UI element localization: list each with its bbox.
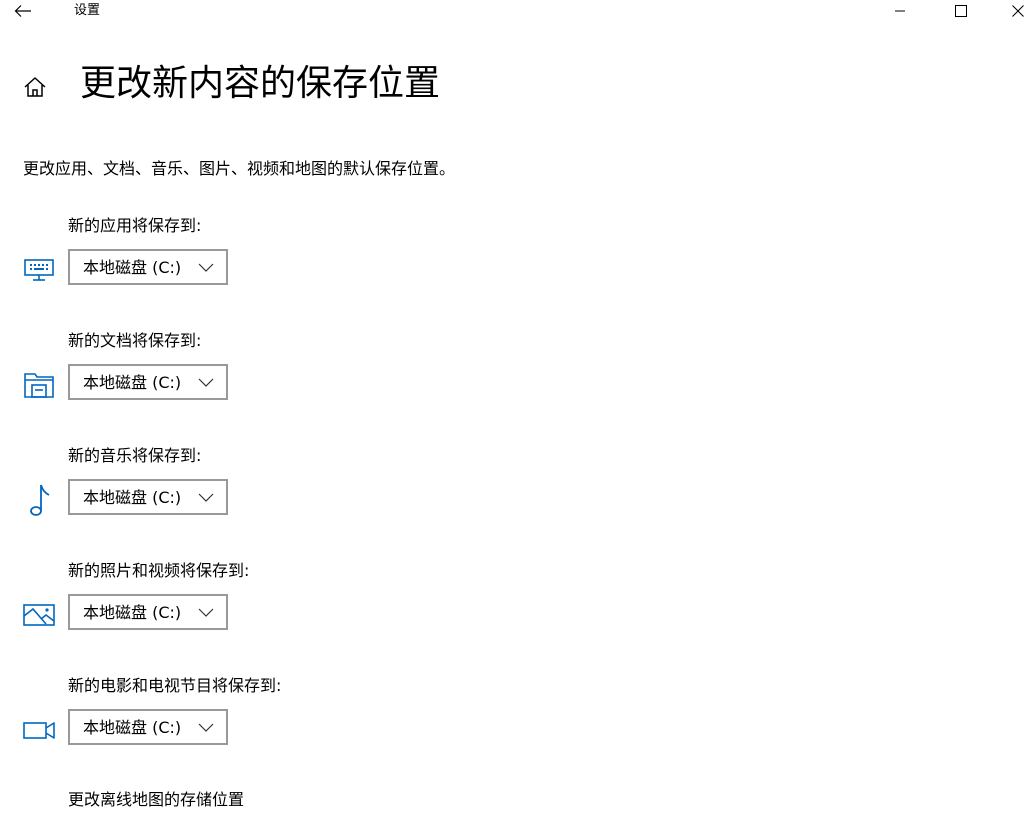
setting-group-apps: 新的应用将保存到: 本地磁盘 (C:): [0, 215, 520, 305]
dropdown-value: 本地磁盘 (C:): [83, 718, 182, 737]
setting-label: 新的应用将保存到:: [68, 216, 202, 235]
documents-icon: [22, 370, 56, 400]
dropdown-value: 本地磁盘 (C:): [83, 603, 182, 622]
dropdown-value: 本地磁盘 (C:): [83, 373, 182, 392]
setting-label: 新的电影和电视节目将保存到:: [68, 676, 282, 695]
close-icon: [1012, 5, 1024, 17]
picture-icon: [22, 600, 56, 630]
setting-label: 新的文档将保存到:: [68, 331, 202, 350]
setting-label: 新的音乐将保存到:: [68, 446, 202, 465]
monitor-icon: [22, 255, 56, 285]
setting-label: 新的照片和视频将保存到:: [68, 561, 250, 580]
back-arrow-icon: [14, 5, 31, 17]
dropdown-value: 本地磁盘 (C:): [83, 258, 182, 277]
chevron-down-icon: [198, 263, 214, 272]
page-description: 更改应用、文档、音乐、图片、视频和地图的默认保存位置。: [23, 159, 456, 178]
setting-group-documents: 新的文档将保存到: 本地磁盘 (C:): [0, 330, 520, 420]
chevron-down-icon: [198, 608, 214, 617]
save-location-dropdown-documents[interactable]: 本地磁盘 (C:): [68, 364, 228, 400]
setting-group-photos: 新的照片和视频将保存到: 本地磁盘 (C:): [0, 560, 520, 650]
maximize-icon: [955, 5, 967, 17]
chevron-down-icon: [198, 723, 214, 732]
minimize-button[interactable]: [880, 0, 920, 22]
page-title: 更改新内容的保存位置: [80, 63, 441, 104]
setting-group-music: 新的音乐将保存到: 本地磁盘 (C:): [0, 445, 520, 535]
setting-group-movies: 新的电影和电视节目将保存到: 本地磁盘 (C:): [0, 675, 520, 765]
music-note-icon: [22, 484, 56, 516]
dropdown-value: 本地磁盘 (C:): [83, 488, 182, 507]
title-bar: 设置: [0, 0, 1024, 24]
save-location-dropdown-photos[interactable]: 本地磁盘 (C:): [68, 594, 228, 630]
video-camera-icon: [22, 715, 56, 745]
chevron-down-icon: [198, 493, 214, 502]
close-button[interactable]: [998, 0, 1024, 22]
app-title: 设置: [74, 3, 101, 18]
back-button[interactable]: [8, 0, 38, 22]
chevron-down-icon: [198, 378, 214, 387]
maximize-button[interactable]: [941, 0, 981, 22]
save-location-dropdown-apps[interactable]: 本地磁盘 (C:): [68, 249, 228, 285]
offline-maps-link[interactable]: 更改离线地图的存储位置: [68, 789, 244, 811]
minimize-icon: [895, 10, 905, 12]
save-location-dropdown-movies[interactable]: 本地磁盘 (C:): [68, 709, 228, 745]
save-location-dropdown-music[interactable]: 本地磁盘 (C:): [68, 479, 228, 515]
home-icon[interactable]: [22, 74, 48, 100]
